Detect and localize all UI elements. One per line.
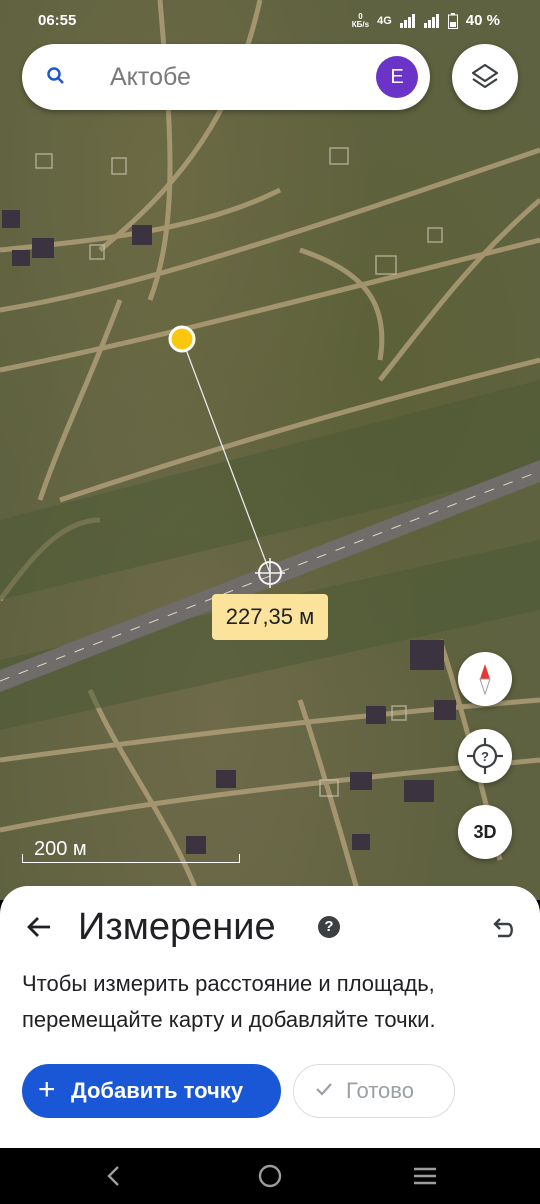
measurement-start-point	[168, 325, 196, 353]
plus-icon: +	[38, 1073, 56, 1106]
layers-icon	[471, 63, 499, 89]
distance-label: 227,35 м	[212, 594, 328, 640]
panel-title: Измерение	[78, 906, 276, 948]
nav-menu-icon[interactable]	[411, 1162, 439, 1190]
back-arrow-icon[interactable]	[24, 912, 54, 942]
layers-button[interactable]	[452, 44, 518, 110]
location-question-icon: ?	[467, 738, 503, 774]
svg-text:?: ?	[481, 749, 489, 764]
add-point-label: Добавить точку	[71, 1078, 244, 1103]
search-input[interactable]: Актобе	[110, 63, 191, 92]
satellite-map[interactable]: 227,35 м ? 3D 200 м	[0, 0, 540, 900]
done-button[interactable]: Готово	[293, 1064, 455, 1118]
panel-description: Чтобы измерить расстояние и площадь, пер…	[22, 971, 436, 1032]
search-icon	[47, 67, 64, 84]
compass-button[interactable]	[458, 652, 512, 706]
undo-icon[interactable]	[488, 914, 516, 942]
battery-icon	[447, 12, 458, 29]
status-time: 06:55	[38, 12, 77, 29]
nav-home-icon[interactable]	[256, 1162, 284, 1190]
my-location-button[interactable]: ?	[458, 729, 512, 783]
avatar[interactable]: E	[376, 56, 418, 98]
search-bar[interactable]: Актобе E	[22, 44, 430, 110]
status-bar: 06:55 0 КБ/s 4G 40 %	[0, 0, 540, 44]
measure-panel: Измерение ? Чтобы измерить расстояние и …	[0, 886, 540, 1148]
check-icon	[316, 1083, 332, 1096]
battery-level: 40 %	[465, 12, 500, 29]
net-speed-unit: КБ/s	[351, 19, 370, 29]
system-nav-bar	[0, 1148, 540, 1204]
done-label: Готово	[346, 1078, 414, 1103]
3d-button[interactable]: 3D	[458, 805, 512, 859]
add-point-button[interactable]: + Добавить точку	[22, 1064, 281, 1118]
help-icon[interactable]: ?	[318, 916, 340, 938]
network-type: 4G	[377, 14, 392, 27]
scale-label: 200 м	[34, 838, 87, 860]
nav-back-icon[interactable]	[100, 1162, 128, 1190]
signal-icon-2	[423, 13, 439, 28]
signal-icon	[399, 13, 415, 28]
compass-icon	[479, 664, 491, 696]
